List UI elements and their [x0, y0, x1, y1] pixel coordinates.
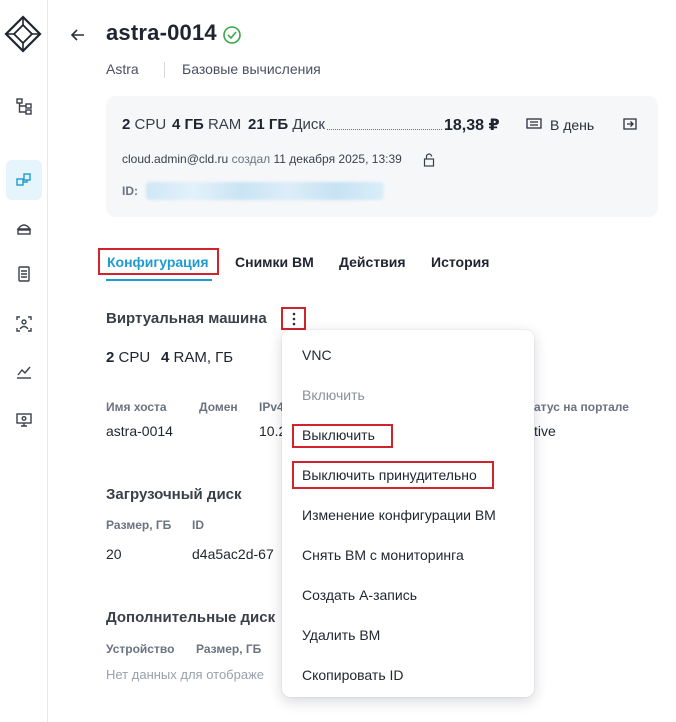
user-scan-icon[interactable] [8, 308, 40, 340]
logo-icon[interactable] [3, 14, 43, 54]
owner-email: cloud.admin@cld.ru [122, 152, 229, 166]
vm-section-title: Виртуальная машина [106, 310, 267, 327]
vm-ram: 4 RAM, ГБ [161, 349, 234, 366]
column-disk-size: Размер, ГБ [106, 518, 172, 532]
menu-item-delete-vm[interactable]: Удалить ВМ [302, 627, 380, 643]
vm-actions-menu: VNC Включить Выключить Выключить принуди… [282, 330, 534, 697]
more-actions-icon[interactable] [284, 309, 304, 329]
menu-item-power-off[interactable]: Выключить [302, 427, 375, 443]
extra-disks-title: Дополнительные диск [106, 609, 276, 626]
cpu-spec: 2 CPU [122, 116, 167, 133]
column-domain: Домен [199, 400, 238, 414]
vm-network-icon[interactable] [6, 160, 42, 200]
status-ok-icon [222, 25, 242, 45]
cell-hostname: astra-0014 [106, 423, 173, 439]
price-value: 18,38 ₽ [444, 117, 500, 134]
cell-disk-size: 20 [106, 546, 122, 562]
column-extra-size: Размер, ГБ [196, 642, 262, 656]
breadcrumb-project[interactable]: Astra [106, 61, 139, 77]
lock-icon [423, 153, 435, 167]
column-disk-id: ID [192, 518, 204, 532]
page-title: astra-0014 [106, 20, 217, 45]
created-meta: cloud.admin@cld.ru создал 11 декабря 202… [122, 152, 402, 166]
column-ipv4: IPv4 [259, 400, 284, 414]
tab-active-underline [106, 279, 212, 281]
back-arrow-icon[interactable] [68, 25, 88, 45]
ram-spec: 4 ГБ RAM [172, 116, 242, 133]
price-leader-dots [327, 129, 442, 130]
breadcrumb-service[interactable]: Базовые вычисления [182, 61, 321, 77]
monitor-settings-icon[interactable] [8, 404, 40, 436]
disk-spec: 21 ГБ Диск [248, 116, 325, 133]
billing-period-select[interactable]: В день [550, 117, 594, 133]
column-hostname: Имя хоста [106, 400, 167, 414]
menu-item-remove-monitoring[interactable]: Снять ВМ с мониторинга [302, 547, 464, 563]
breadcrumb-divider [164, 62, 165, 78]
empty-state-text: Нет данных для отображе [106, 667, 265, 682]
menu-item-power-on: Включить [302, 387, 365, 403]
column-device: Устройство [106, 642, 175, 656]
sidebar [0, 0, 48, 722]
summary-card: 2 CPU 4 ГБ RAM 21 ГБ Диск 18,38 ₽ В день… [106, 96, 658, 217]
storage-icon[interactable] [8, 212, 40, 244]
hierarchy-icon[interactable] [8, 90, 40, 122]
cell-disk-id: d4a5ac2d-67 [192, 546, 274, 562]
export-icon[interactable] [622, 116, 638, 132]
id-label: ID: [122, 184, 138, 198]
cell-portal-status: tive [534, 423, 556, 439]
cash-icon [526, 117, 542, 131]
boot-disk-title: Загрузочный диск [106, 486, 242, 503]
column-portal-status: атус на портале [534, 400, 629, 414]
list-icon[interactable] [8, 258, 40, 290]
tab-configuration[interactable]: Конфигурация [107, 254, 209, 270]
menu-item-change-config[interactable]: Изменение конфигурации ВМ [302, 507, 496, 523]
tab-actions[interactable]: Действия [339, 254, 406, 270]
created-date: 11 декабря 2025, 13:39 [273, 152, 402, 166]
id-value-blurred[interactable] [146, 182, 384, 200]
menu-item-vnc[interactable]: VNC [302, 347, 332, 363]
menu-item-force-power-off[interactable]: Выключить принудительно [302, 467, 477, 483]
vm-cpu: 2 CPU [106, 349, 151, 366]
tab-snapshots[interactable]: Снимки ВМ [235, 254, 314, 270]
menu-item-create-a-record[interactable]: Создать А-запись [302, 587, 417, 603]
tab-history[interactable]: История [431, 254, 489, 270]
created-label: создал [231, 152, 271, 166]
menu-item-copy-id[interactable]: Скопировать ID [302, 667, 404, 683]
chart-line-icon[interactable] [8, 356, 40, 388]
